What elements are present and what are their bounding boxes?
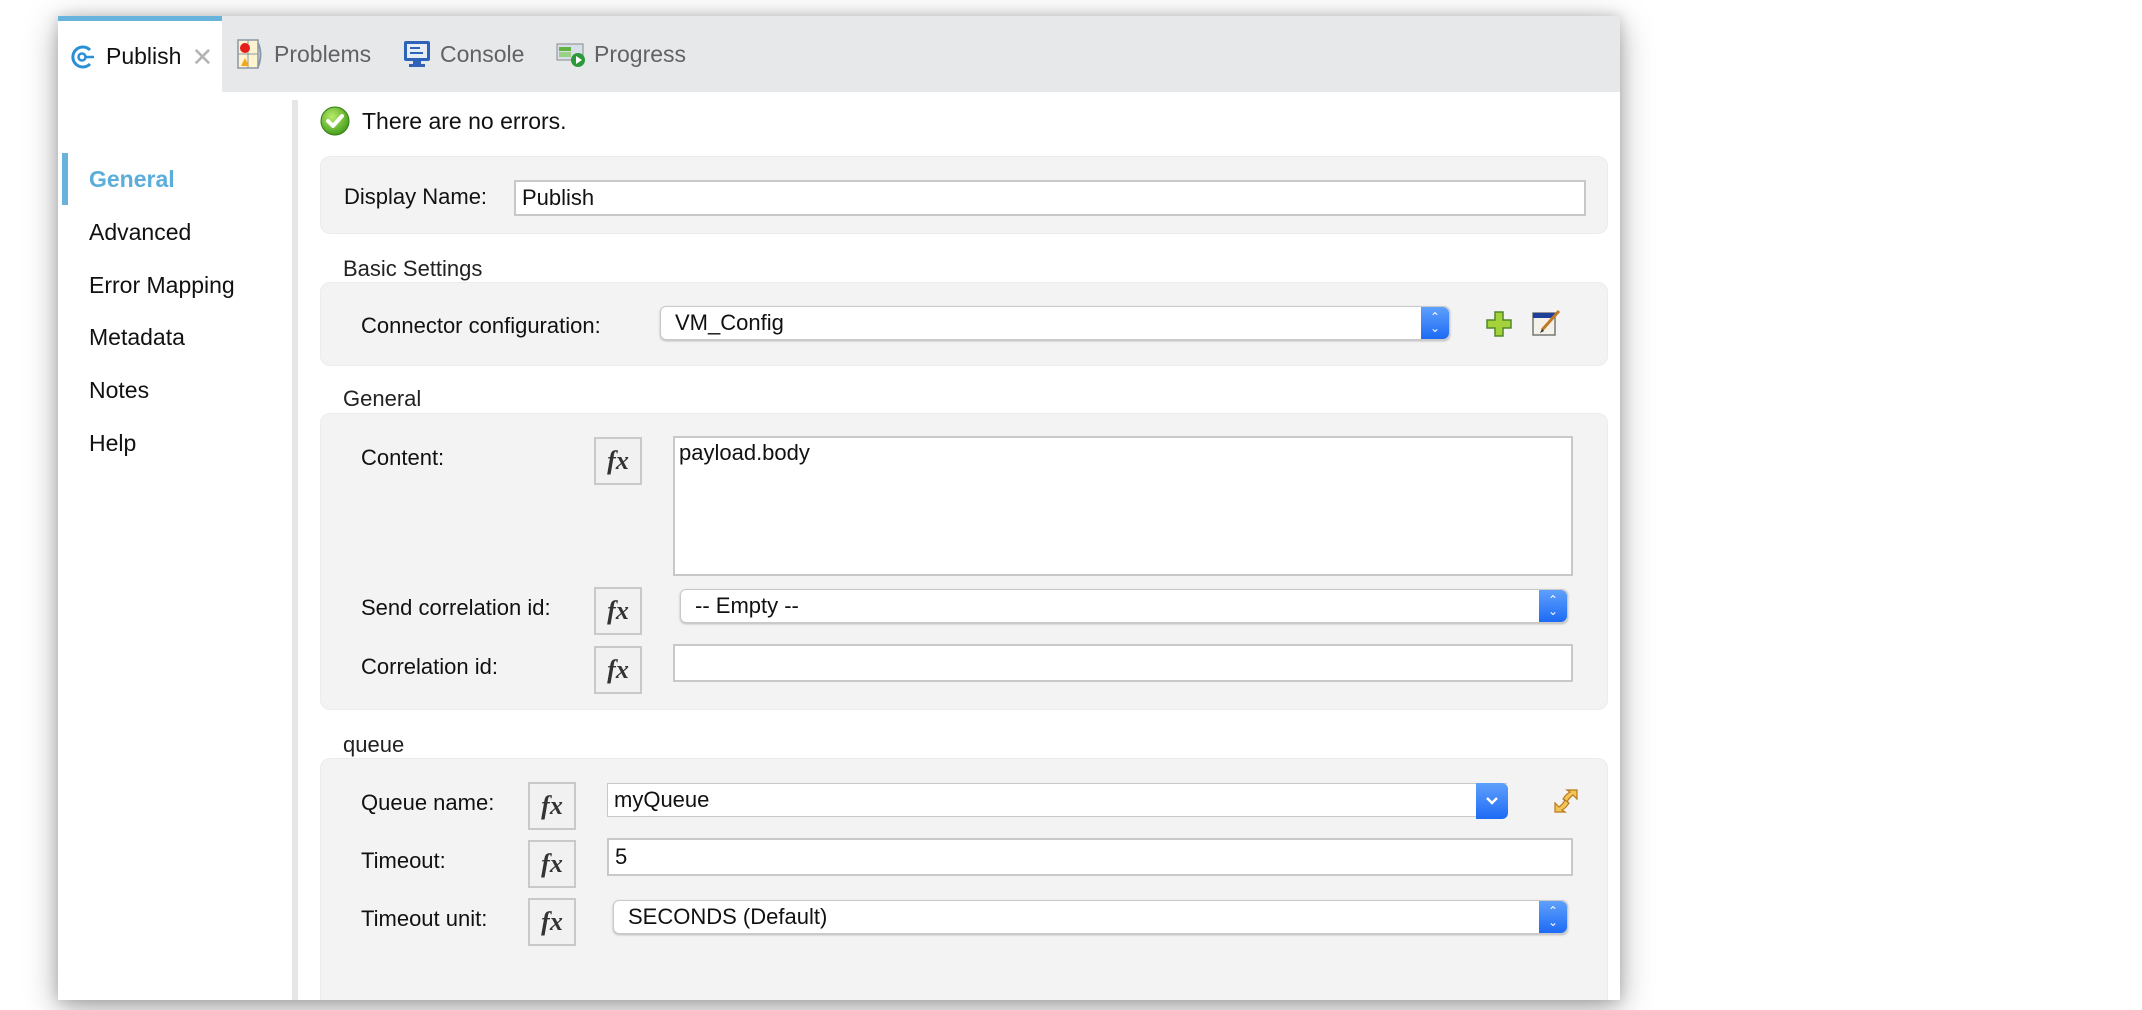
sidebar-item-advanced[interactable]: Advanced — [89, 219, 191, 246]
queue-name-label: Queue name: — [361, 790, 495, 815]
tab-console[interactable]: Console — [402, 16, 524, 92]
queue-name-combo[interactable]: myQueue — [607, 783, 1508, 819]
queue-name-fx-toggle[interactable]: fx — [528, 782, 576, 830]
updown-chevron-icon: ⌃ ⌄ — [1539, 901, 1567, 933]
queue-heading: queue — [343, 732, 405, 757]
sidebar-item-general[interactable]: General — [89, 166, 175, 193]
send-correlation-id-select[interactable]: -- Empty -- ⌃ ⌄ — [680, 589, 1568, 623]
refresh-queues-button[interactable] — [1551, 786, 1581, 816]
plus-icon — [1486, 311, 1512, 337]
edit-config-button[interactable] — [1531, 308, 1561, 338]
correlation-id-input[interactable] — [673, 644, 1573, 682]
sidebar-item-error-mapping[interactable]: Error Mapping — [89, 272, 235, 299]
chevron-down-icon[interactable] — [1476, 783, 1508, 819]
connector-config-value: VM_Config — [675, 310, 784, 335]
connector-config-select[interactable]: VM_Config ⌃ ⌄ — [660, 306, 1450, 340]
edit-icon — [1532, 309, 1561, 336]
timeout-unit-label: Timeout unit: — [361, 906, 488, 931]
sidebar-item-help[interactable]: Help — [89, 430, 136, 457]
queue-name-value: myQueue — [614, 787, 710, 812]
content-label: Content: — [361, 445, 445, 470]
updown-chevron-icon: ⌃ ⌄ — [1539, 590, 1567, 622]
problems-icon — [236, 39, 266, 69]
correlation-id-label: Correlation id: — [361, 654, 498, 679]
tab-label: Problems — [274, 40, 372, 67]
general-heading: General — [343, 386, 422, 411]
publish-connector-icon — [68, 42, 98, 72]
sidebar-item-notes[interactable]: Notes — [89, 377, 149, 404]
refresh-icon — [1554, 789, 1578, 813]
timeout-unit-value: SECONDS (Default) — [628, 904, 828, 929]
validation-status: There are no errors. — [320, 106, 567, 136]
tab-label: Progress — [594, 40, 687, 67]
display-name-label: Display Name: — [344, 184, 488, 209]
tab-label: Console — [440, 40, 525, 67]
progress-icon — [556, 39, 586, 69]
content-fx-toggle[interactable]: fx — [594, 437, 642, 485]
tab-bar: Publish ✕ Problems Console Progress — [58, 16, 1620, 92]
sidebar-divider[interactable] — [292, 100, 298, 1000]
timeout-input[interactable] — [607, 838, 1573, 876]
basic-settings-heading: Basic Settings — [343, 256, 483, 281]
send-correlation-id-fx-toggle[interactable]: fx — [594, 587, 642, 635]
tab-progress[interactable]: Progress — [556, 16, 686, 92]
sidebar-item-metadata[interactable]: Metadata — [89, 324, 185, 351]
add-config-button[interactable] — [1484, 309, 1514, 339]
timeout-unit-select[interactable]: SECONDS (Default) ⌃ ⌄ — [613, 900, 1568, 934]
timeout-fx-toggle[interactable]: fx — [528, 840, 576, 888]
correlation-id-fx-toggle[interactable]: fx — [594, 646, 642, 694]
display-name-input[interactable] — [514, 180, 1586, 216]
tab-publish[interactable]: Publish ✕ — [58, 16, 222, 92]
content-textarea[interactable]: payload.body — [673, 436, 1573, 576]
connector-config-label: Connector configuration: — [361, 313, 601, 338]
send-correlation-id-value: -- Empty -- — [695, 593, 799, 618]
send-correlation-id-label: Send correlation id: — [361, 595, 551, 620]
active-indicator — [62, 153, 68, 205]
close-tab-icon[interactable]: ✕ — [191, 44, 213, 70]
properties-window: Publish ✕ Problems Console Progress Gene… — [58, 16, 1620, 1000]
sidebar: General Advanced Error Mapping Metadata … — [58, 92, 292, 1000]
check-circle-icon — [320, 106, 350, 136]
tab-label: Publish — [106, 43, 182, 69]
timeout-label: Timeout: — [361, 848, 446, 873]
timeout-unit-fx-toggle[interactable]: fx — [528, 898, 576, 946]
updown-chevron-icon: ⌃ ⌄ — [1421, 307, 1449, 339]
tab-problems[interactable]: Problems — [236, 16, 371, 92]
console-icon — [402, 39, 432, 69]
status-message: There are no errors. — [362, 107, 567, 134]
